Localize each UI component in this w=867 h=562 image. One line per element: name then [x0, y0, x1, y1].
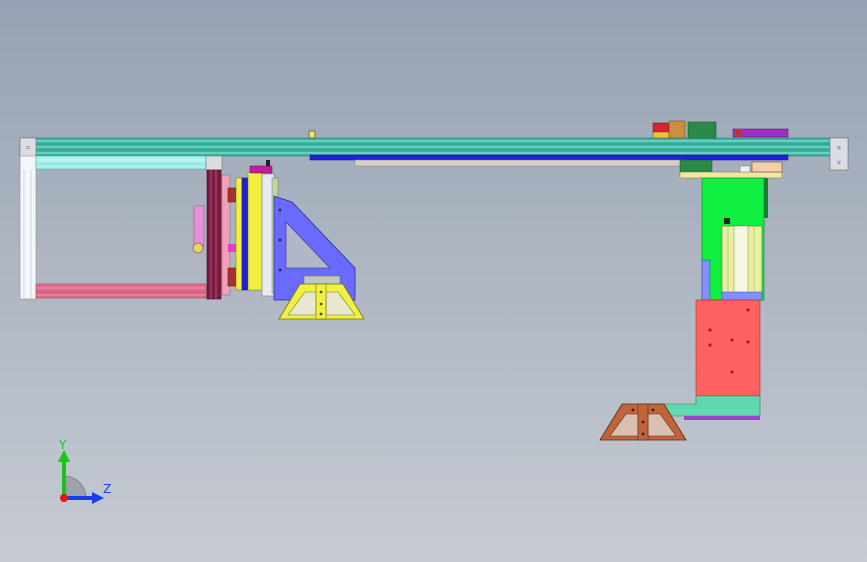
left-frame: [19, 155, 223, 300]
svg-text:⌗: ⌗: [837, 144, 841, 152]
gripper-assembly: [221, 160, 279, 297]
coordinate-triad: Y Z: [58, 438, 111, 504]
cad-assembly-drawing: ⌗ ⌗ ⌗ ⌗: [19, 120, 849, 441]
triad-quarter-disc: [63, 475, 87, 499]
y-axis-label: Y: [58, 438, 67, 452]
z-axis-label: Z: [103, 482, 111, 496]
vertical-column: [701, 177, 768, 301]
cad-viewport[interactable]: ⌗ ⌗ ⌗ ⌗: [0, 0, 867, 562]
rail-marker: [308, 130, 316, 139]
svg-text:⌗: ⌗: [837, 159, 841, 167]
triad-origin: [60, 494, 68, 502]
svg-text:⌗: ⌗: [26, 144, 30, 152]
carriage-bottom: [679, 159, 783, 179]
carriage-top: [652, 120, 789, 139]
rail-end-cap-right: ⌗ ⌗: [829, 137, 849, 171]
top-rail: [19, 137, 849, 157]
linear-slide: [309, 154, 789, 167]
red-block: [695, 299, 761, 397]
